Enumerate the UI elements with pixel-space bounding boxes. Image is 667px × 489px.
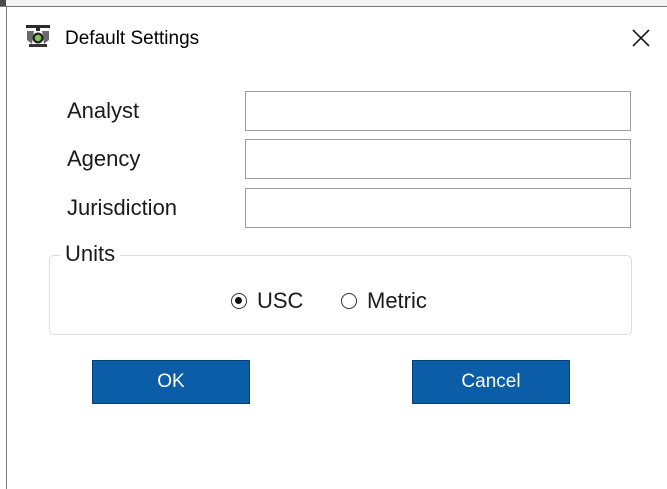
dialog-title: Default Settings [65,28,200,49]
window-border-left [6,6,7,489]
radio-metric-label: Metric [367,288,427,313]
units-legend: Units [60,240,121,268]
ok-button[interactable]: OK [92,360,250,404]
jurisdiction-field[interactable] [245,188,631,228]
jurisdiction-label: Jurisdiction [67,195,178,220]
radio-metric[interactable]: Metric [341,287,427,315]
analyst-label: Analyst [67,98,140,123]
default-settings-dialog: Default Settings Analyst Agency Jurisdic… [0,0,667,489]
agency-label: Agency [67,146,141,171]
radio-metric-indicator[interactable] [341,293,357,309]
radio-usc-indicator[interactable] [231,293,247,309]
radio-usc[interactable]: USC [231,287,303,315]
cancel-button[interactable]: Cancel [412,360,570,404]
close-icon [632,29,650,47]
close-button[interactable] [621,21,661,55]
title-bar[interactable]: Default Settings [7,7,667,69]
analyst-field[interactable] [245,91,631,131]
traffic-signal-app-icon [25,24,51,48]
radio-usc-label: USC [257,288,304,313]
agency-field[interactable] [245,139,631,179]
